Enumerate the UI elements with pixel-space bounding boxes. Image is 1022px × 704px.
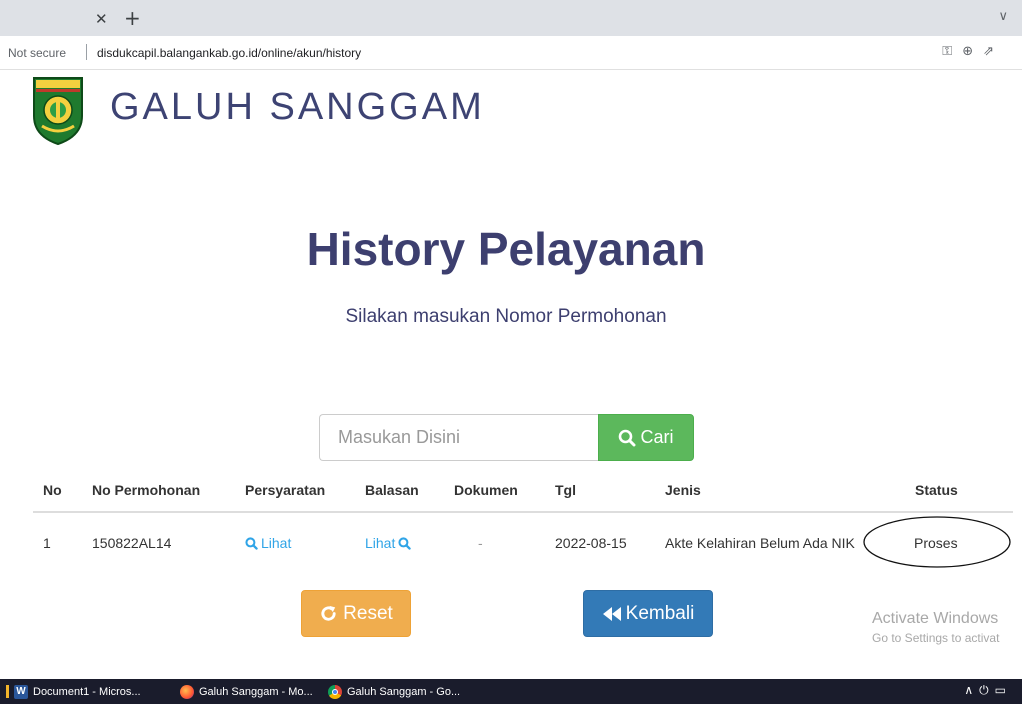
column-header-persyaratan: Persyaratan (245, 482, 326, 498)
word-icon: W (14, 685, 28, 699)
back-button[interactable]: Kembali (583, 590, 713, 637)
close-icon[interactable]: ✕ (95, 10, 108, 28)
activation-watermark-title: Activate Windows (872, 610, 999, 627)
browser-tab-bar: ✕ + ∨ (0, 0, 1022, 36)
cell-dokumen: - (478, 535, 483, 551)
security-indicator[interactable]: Not secure (8, 46, 66, 60)
page-title: History Pelayanan (306, 223, 706, 275)
system-tray[interactable]: ∧⏻▭ (964, 683, 1012, 698)
balasan-link[interactable]: Lihat (365, 535, 412, 551)
chevron-down-icon[interactable]: ∨ (998, 9, 1008, 24)
search-input[interactable] (319, 414, 599, 461)
search-icon (245, 536, 258, 550)
taskbar-item-word[interactable]: W Document1 - Micros... (14, 683, 141, 701)
column-header-dokumen: Dokumen (454, 482, 518, 498)
site-title: GALUH SANGGAM (110, 86, 485, 128)
search-icon (619, 429, 636, 446)
taskbar-indicator (6, 685, 9, 698)
search-icon (398, 536, 412, 550)
taskbar-item-chrome[interactable]: Galuh Sanggam - Go... (328, 683, 460, 701)
url-text[interactable]: disdukcapil.balangankab.go.id/online/aku… (97, 46, 361, 60)
column-header-no: No (43, 482, 62, 498)
taskbar-item-label: Galuh Sanggam - Mo... (199, 686, 313, 698)
page-subtitle: Silakan masukan Nomor Permohonan (345, 306, 667, 327)
persyaratan-link-label: Lihat (261, 535, 292, 551)
address-bar[interactable]: Not secure disdukcapil.balangankab.go.id… (0, 36, 1022, 70)
cell-tgl: 2022-08-15 (555, 535, 627, 551)
column-header-no-permohonan: No Permohonan (92, 482, 201, 498)
column-header-tgl: Tgl (555, 482, 576, 498)
search-button[interactable]: Cari (598, 414, 694, 461)
share-icon[interactable]: ⇗ (983, 44, 1004, 59)
taskbar-item-label: Document1 - Micros... (33, 686, 141, 698)
cell-no: 1 (43, 535, 51, 551)
column-header-status: Status (915, 482, 958, 498)
table-header-divider (33, 511, 1013, 513)
taskbar-item-label: Galuh Sanggam - Go... (347, 686, 461, 698)
activation-watermark-subtitle: Go to Settings to activat (872, 631, 1000, 645)
balangan-regency-emblem-icon (33, 77, 83, 146)
address-bar-actions: ⚿⊕⇗ (942, 44, 1004, 59)
column-header-balasan: Balasan (365, 482, 419, 498)
key-icon[interactable]: ⚿ (942, 44, 962, 59)
zoom-icon[interactable]: ⊕ (962, 44, 983, 59)
refresh-icon (321, 605, 336, 621)
balasan-link-label: Lihat (365, 535, 396, 551)
address-divider (86, 44, 87, 60)
search-button-label: Cari (640, 427, 674, 447)
cell-jenis: Akte Kelahiran Belum Ada NIK (665, 535, 855, 551)
reset-button[interactable]: Reset (301, 590, 411, 637)
back-button-label: Kembali (625, 602, 695, 624)
status-annotation-ellipse (863, 516, 1011, 568)
windows-taskbar: W Document1 - Micros... Galuh Sanggam - … (0, 679, 1022, 704)
column-header-jenis: Jenis (665, 482, 701, 498)
firefox-icon (180, 685, 194, 699)
reset-button-label: Reset (343, 602, 393, 624)
plus-icon[interactable]: + (124, 6, 141, 30)
fast-backward-icon (602, 606, 621, 621)
cell-no-permohonan: 150822AL14 (92, 535, 172, 551)
chrome-icon (328, 685, 342, 699)
persyaratan-link[interactable]: Lihat (245, 535, 291, 551)
taskbar-item-firefox[interactable]: Galuh Sanggam - Mo... (180, 683, 313, 701)
